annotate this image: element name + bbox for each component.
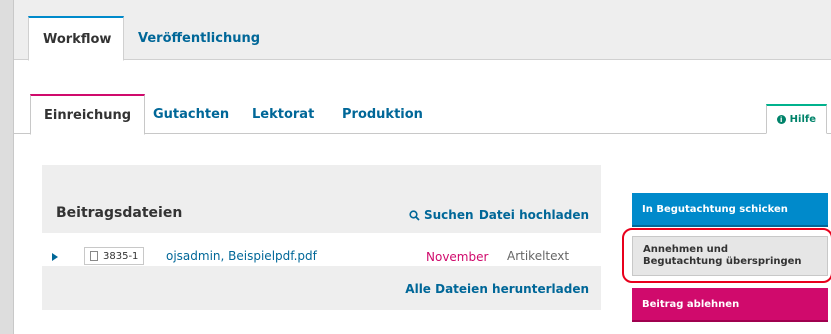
help-label: Hilfe (789, 114, 816, 125)
frame: Workflow Veröffentlichung Einreichung Gu… (0, 0, 831, 334)
accept-skip-review-button[interactable]: Annehmen und Begutachtung überspringen (632, 236, 828, 276)
tab-review[interactable]: Gutachten (140, 94, 242, 135)
files-panel: Beitragsdateien Suchen Datei hochladen (42, 165, 601, 233)
expand-arrow-icon[interactable] (52, 253, 58, 261)
info-icon: i (776, 115, 786, 124)
search-label: Suchen (424, 208, 474, 222)
page: Workflow Veröffentlichung Einreichung Gu… (13, 0, 831, 334)
files-panel-header: Beitragsdateien Suchen Datei hochladen (42, 165, 601, 233)
tab-publication[interactable]: Veröffentlichung (124, 16, 274, 61)
file-name-link[interactable]: ojsadmin, Beispielpdf.pdf (166, 249, 317, 263)
accept-skip-line2: Begutachtung überspringen (643, 256, 802, 267)
search-link[interactable]: Suchen (409, 208, 474, 222)
tab-workflow[interactable]: Workflow (28, 16, 125, 61)
workflow-tabbar: Workflow Veröffentlichung (14, 0, 831, 61)
file-type: Artikeltext (507, 249, 570, 263)
upload-file-link[interactable]: Datei hochladen (479, 208, 589, 222)
help-button[interactable]: i Hilfe (765, 104, 827, 134)
panel-title: Beitragsdateien (56, 205, 183, 221)
search-icon (409, 209, 420, 221)
tab-submission[interactable]: Einreichung (30, 94, 146, 135)
pdf-icon (90, 251, 98, 261)
accept-skip-line1: Annehmen und (643, 244, 729, 255)
file-id: 3835-1 (103, 250, 139, 262)
send-to-review-button[interactable]: In Begutachtung schicken (632, 193, 828, 227)
stage-tabbar: Einreichung Gutachten Lektorat Produktio… (14, 88, 831, 135)
tab-production[interactable]: Produktion (329, 94, 436, 135)
tab-copyediting[interactable]: Lektorat (239, 94, 327, 135)
download-all-link[interactable]: Alle Dateien herunterladen (405, 282, 589, 296)
decline-submission-button[interactable]: Beitrag ablehnen (632, 288, 828, 322)
files-panel-footer: Alle Dateien herunterladen (42, 266, 601, 310)
file-id-badge: 3835-1 (84, 247, 145, 265)
